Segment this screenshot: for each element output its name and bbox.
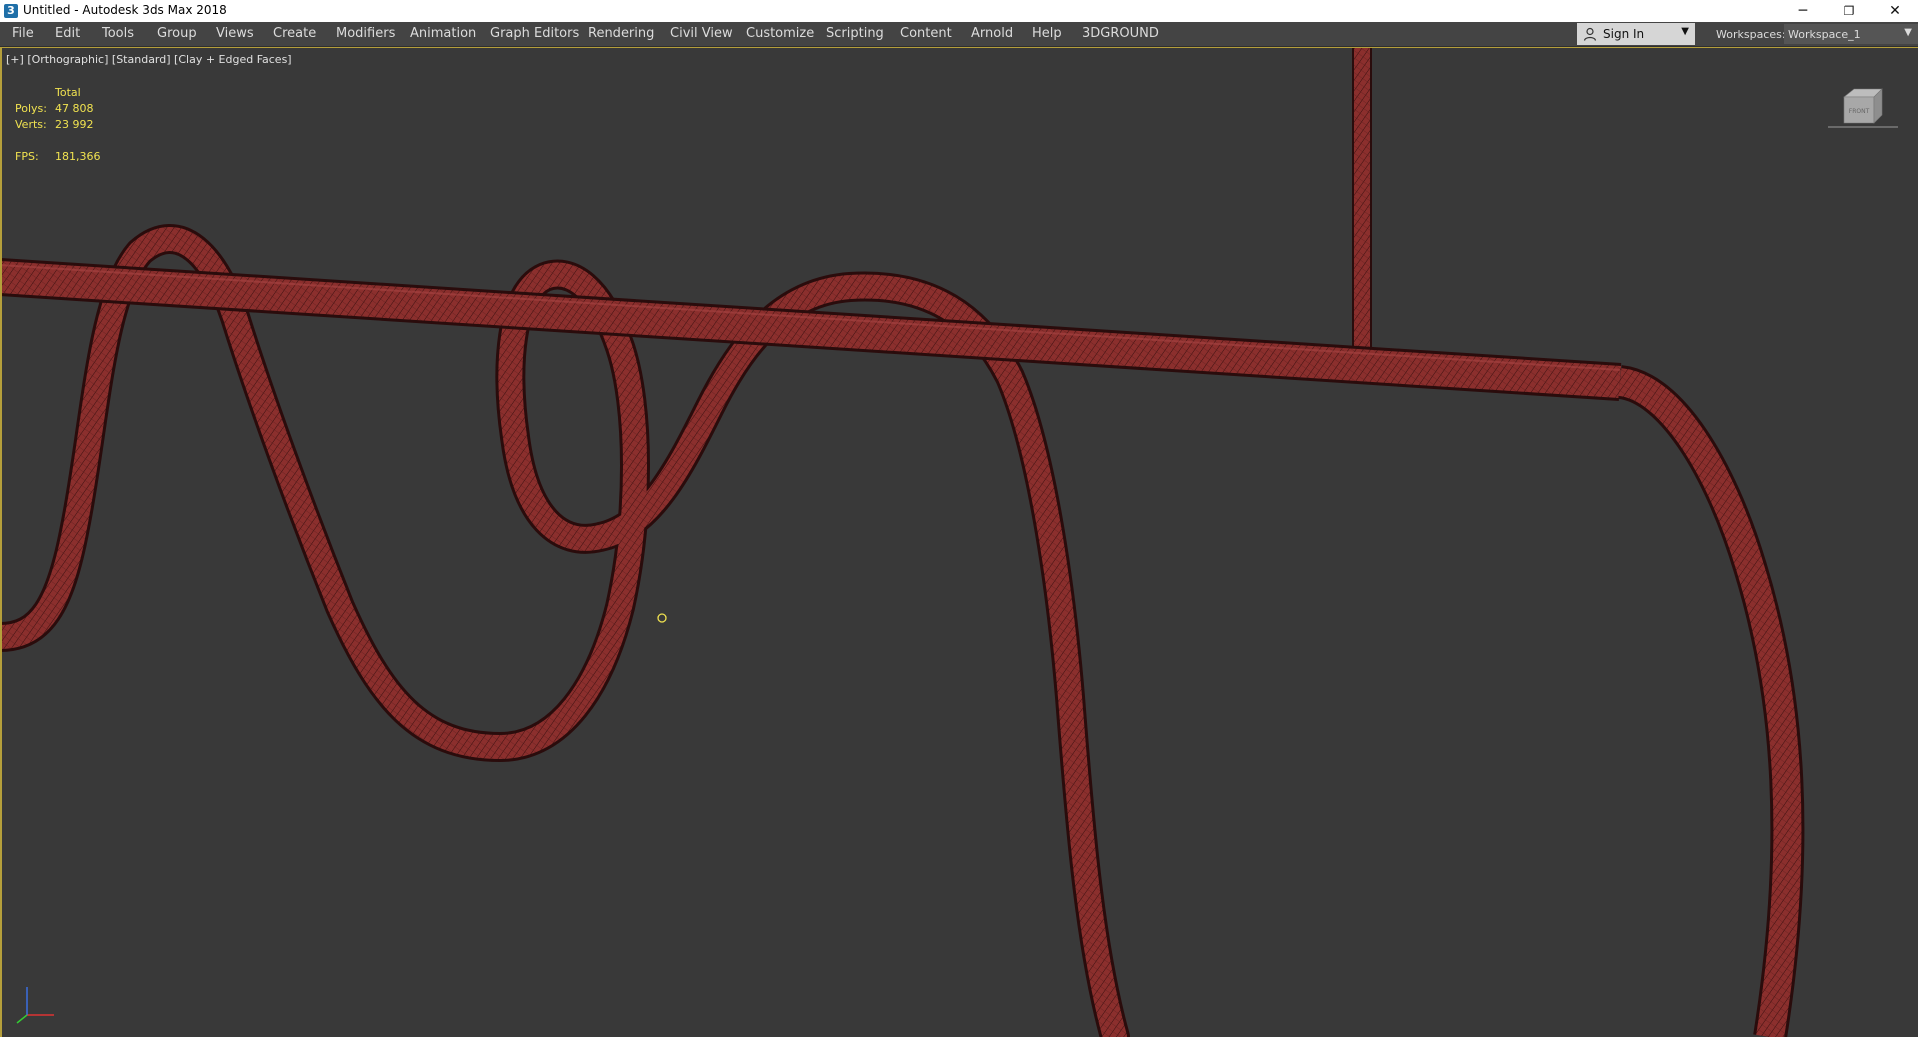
fps-value: 181,366 — [55, 150, 101, 163]
workspaces-label: Workspaces: — [1716, 28, 1786, 41]
menu-group[interactable]: Group — [157, 26, 197, 41]
sign-in-button[interactable]: Sign In ▼ — [1577, 23, 1695, 45]
menu-file[interactable]: File — [12, 26, 34, 41]
sign-in-label: Sign In — [1603, 27, 1645, 41]
app-icon: 3 — [4, 4, 18, 18]
menu-help[interactable]: Help — [1032, 26, 1062, 41]
workspace-select[interactable]: Workspace_1 ▼ — [1784, 24, 1918, 44]
menu-3dground[interactable]: 3DGROUND — [1082, 26, 1159, 41]
axis-tripod-icon — [16, 987, 54, 1024]
fps-label: FPS: — [15, 150, 39, 163]
user-icon — [1583, 27, 1597, 41]
menu-create[interactable]: Create — [273, 26, 316, 41]
right-bend-hose — [1616, 365, 1805, 1037]
verts-value: 23 992 — [55, 118, 94, 131]
perspective-viewport[interactable]: [+] [Orthographic] [Standard] [Clay + Ed… — [0, 47, 1918, 1037]
menu-edit[interactable]: Edit — [55, 26, 80, 41]
menu-tools[interactable]: Tools — [102, 26, 134, 41]
viewport-active-border-left — [0, 47, 2, 1037]
viewcube[interactable]: FRONT — [1828, 83, 1898, 133]
menu-arnold[interactable]: Arnold — [971, 26, 1013, 41]
viewport-menu-button[interactable]: [+] — [6, 53, 24, 66]
close-button[interactable]: ✕ — [1872, 0, 1918, 22]
menu-content[interactable]: Content — [900, 26, 952, 41]
viewcube-face-label: FRONT — [1849, 108, 1870, 115]
menu-civil-view[interactable]: Civil View — [670, 26, 733, 41]
chevron-down-icon: ▼ — [1681, 26, 1689, 37]
viewport-shading-mode-label[interactable]: [Clay + Edged Faces] — [174, 53, 292, 66]
cursor-marker — [657, 613, 667, 623]
workspace-value: Workspace_1 — [1788, 28, 1861, 41]
polys-label: Polys: — [15, 102, 47, 115]
chevron-down-icon: ▼ — [1904, 27, 1912, 38]
window-title: Untitled - Autodesk 3ds Max 2018 — [23, 3, 227, 17]
scene-geometry — [0, 47, 1805, 1037]
restore-button[interactable]: ❐ — [1826, 0, 1872, 22]
viewport-shading-style-label[interactable]: [Standard] — [112, 53, 171, 66]
viewport-view-label[interactable]: [Orthographic] — [27, 53, 108, 66]
menu-animation[interactable]: Animation — [410, 26, 476, 41]
viewport-active-border — [0, 47, 1918, 48]
minimize-button[interactable]: ─ — [1780, 0, 1826, 22]
coiled-hose — [0, 224, 1130, 1037]
verts-label: Verts: — [15, 118, 47, 131]
stats-header: Total — [55, 86, 81, 99]
menu-modifiers[interactable]: Modifiers — [336, 26, 395, 41]
polys-value: 47 808 — [55, 102, 94, 115]
menu-views[interactable]: Views — [216, 26, 254, 41]
menu-graph-editors[interactable]: Graph Editors — [490, 26, 579, 41]
menu-customize[interactable]: Customize — [746, 26, 814, 41]
title-bar: 3 Untitled - Autodesk 3ds Max 2018 ─ ❐ ✕ — [0, 0, 1918, 22]
menu-scripting[interactable]: Scripting — [826, 26, 884, 41]
viewport-label: [+] [Orthographic] [Standard] [Clay + Ed… — [6, 53, 292, 66]
menu-rendering[interactable]: Rendering — [588, 26, 654, 41]
